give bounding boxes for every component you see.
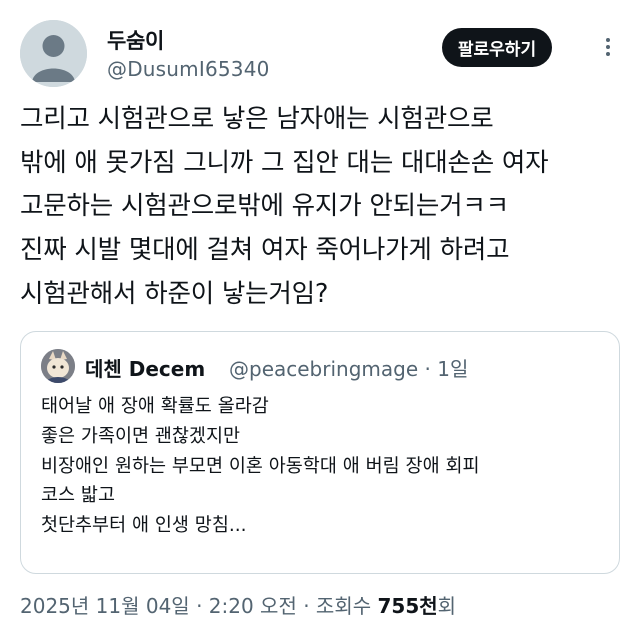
tweet-metadata: 2025년 11월 04일 · 2:20 오전 · 조회수 755천회 [20, 590, 456, 619]
timestamp[interactable]: 2025년 11월 04일 · 2:20 오전 · 조회수 [20, 594, 377, 618]
view-count: 755천 [377, 594, 438, 618]
quoted-tweet[interactable]: 데첸 Decem @peacebringmage · 1일 태어날 애 장애 확… [20, 331, 620, 574]
quoted-line: 태어날 애 장애 확률도 올라감 [41, 396, 269, 417]
tweet-text: 그리고 시험관으로 낳은 남자애는 시험관으로 밖에 애 못가짐 그니까 그 집… [20, 98, 620, 317]
tweet-line: 진짜 시발 몇대에 걸쳐 여자 죽어나가게 하려고 [20, 235, 510, 266]
quoted-author-name[interactable]: 데첸 Decem [85, 353, 205, 382]
quoted-line: 비장애인 원하는 부모면 이혼 아동학대 애 버림 장애 회피 [41, 455, 480, 477]
follow-button[interactable]: 팔로우하기 [442, 28, 552, 67]
author-handle[interactable]: @DusumI65340 [107, 57, 270, 81]
tweet-line: 밖에 애 못가짐 그니까 그 집안 대는 대대손손 여자 [20, 147, 549, 178]
tweet-line: 고문하는 시험관으로밖에 유지가 안되는거ㅋㅋ [20, 191, 509, 222]
quoted-handle-time[interactable]: @peacebringmage · 1일 [229, 353, 468, 382]
quoted-text: 태어날 애 장애 확률도 올라감 좋은 가족이면 괜찮겠지만 비장애인 원하는 … [41, 392, 601, 541]
tweet-line: 그리고 시험관으로 낳은 남자애는 시험관으로 [20, 104, 494, 134]
default-avatar-icon[interactable] [20, 20, 87, 87]
view-suffix: 회 [437, 594, 457, 618]
quoted-line: 코스 밟고 [41, 485, 115, 507]
quoted-line: 좋은 가족이면 괜찮겠지만 [41, 425, 240, 447]
more-dots-icon[interactable] [596, 35, 620, 61]
quoted-avatar[interactable] [41, 349, 75, 383]
tweet-header: 두숨이 @DusumI65340 팔로우하기 [20, 20, 620, 88]
tweet-line: 시험관해서 하준이 낳는거임? [20, 278, 329, 309]
author-name[interactable]: 두숨이 [107, 25, 164, 55]
quoted-line: 첫단추부터 애 인생 망침... [41, 515, 247, 537]
